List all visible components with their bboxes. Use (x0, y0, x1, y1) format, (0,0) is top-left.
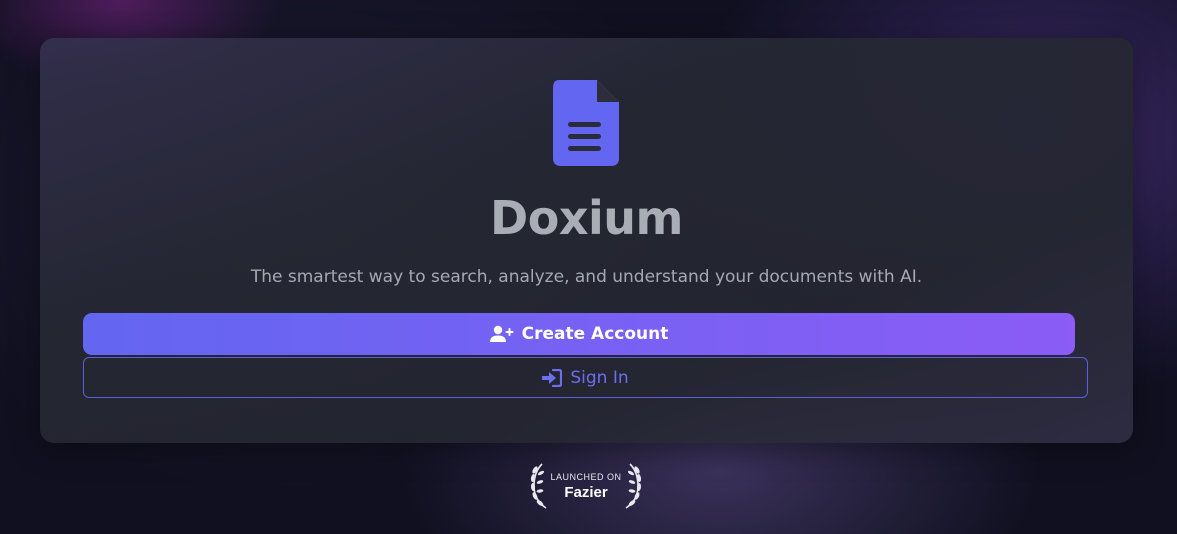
app-title: Doxium (490, 191, 683, 245)
launched-on-fazier-badge[interactable]: LAUNCHED ON Fazier (530, 460, 642, 510)
create-account-label: Create Account (521, 324, 669, 344)
document-icon (553, 80, 619, 166)
sign-in-label: Sign In (570, 367, 629, 388)
create-account-button[interactable]: Create Account (83, 313, 1075, 355)
laurel-right-icon (625, 463, 642, 509)
sign-in-button[interactable]: Sign In (83, 357, 1088, 398)
welcome-card: Doxium The smartest way to search, analy… (40, 38, 1133, 443)
sign-in-icon (542, 368, 563, 387)
user-plus-icon (489, 325, 514, 342)
app-tagline: The smartest way to search, analyze, and… (250, 267, 923, 287)
